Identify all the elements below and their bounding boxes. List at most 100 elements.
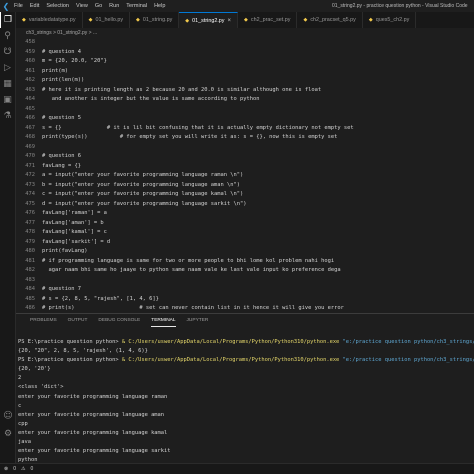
title-bar: ❮ File Edit Selection View Go Run Terminal Help… <box>0 0 474 12</box>
editor-tab[interactable]: ◆ 01_string2.py × <box>179 12 239 28</box>
explorer-icon[interactable]: ❐ <box>0 12 15 28</box>
code-text[interactable]: favLang['raman'] = a <box>42 209 107 219</box>
code-line[interactable]: 466 # question 5 <box>16 114 474 124</box>
editor-tab[interactable]: ◆ 01_string.py <box>130 12 180 28</box>
terminal[interactable]: PS E:\practice question python> & C:/Use… <box>16 338 474 464</box>
code-line[interactable]: 468 print(type(s)) # for empty set you wi… <box>16 133 474 143</box>
menu-item-go[interactable]: Go <box>95 3 102 9</box>
menu-item-edit[interactable]: Edit <box>30 3 39 9</box>
code-text[interactable]: print(len(m)) <box>42 76 84 86</box>
line-number: 477 <box>25 219 35 226</box>
code-line[interactable]: 461 print(m) <box>16 67 474 77</box>
code-text[interactable]: s = {} # it is lil bit confusing that it… <box>42 124 354 134</box>
account-icon[interactable]: ☺ <box>0 408 16 424</box>
panel-tab-debug-console[interactable]: DEBUG CONSOLE <box>98 314 140 327</box>
code-text[interactable]: # s = {2, 8, 5, "rajesh", [1, 4, 6]} <box>42 295 159 305</box>
terminal-output: {20, '20'} <box>18 366 51 373</box>
code-text[interactable]: and another is integer but the value is … <box>42 95 260 105</box>
code-text[interactable]: favLang['kamal'] = c <box>42 228 107 238</box>
code-text[interactable]: print(m) <box>42 67 68 77</box>
panel-tab-output[interactable]: OUTPUT <box>68 314 88 327</box>
settings-gear-icon[interactable]: ⚙ <box>0 426 16 442</box>
menu-item-selection[interactable]: Selection <box>46 3 69 9</box>
code-text[interactable]: # here it is printing length as 2 becaus… <box>42 86 321 96</box>
code-text[interactable]: favLang['sarkit'] = d <box>42 238 110 248</box>
code-line[interactable]: 470 # question 6 <box>16 152 474 162</box>
code-line[interactable]: 483 <box>16 276 474 286</box>
code-line[interactable]: 477 favLang['aman'] = b <box>16 219 474 229</box>
code-line[interactable]: 480 print(favLang) <box>16 247 474 257</box>
code-line[interactable]: 475 d = input("enter your favorite progra… <box>16 200 474 210</box>
menu-item-file[interactable]: File <box>14 3 23 9</box>
code-text[interactable]: a = input("enter your favorite programmi… <box>42 171 243 181</box>
source-control-icon[interactable]: ☋ <box>0 44 15 60</box>
code-text[interactable]: c = input("enter your favorite programmi… <box>42 190 243 200</box>
code-line[interactable]: 459 # question 4 <box>16 48 474 58</box>
code-line[interactable]: 471 favLang = {} <box>16 162 474 172</box>
code-line[interactable]: 478 favLang['kamal'] = c <box>16 228 474 238</box>
code-text[interactable]: b = input("enter your favorite programmi… <box>42 181 240 191</box>
code-line[interactable]: 467 s = {} # it is lil bit confusing that… <box>16 124 474 134</box>
run-debug-icon[interactable]: ▷ <box>0 60 15 76</box>
code-text[interactable]: agar naam bhi same ho jaaye to python sa… <box>42 266 340 276</box>
editor-tab[interactable]: ◆ ch2_pracset_q5.py <box>297 12 363 28</box>
code-line[interactable]: 460 m = {20, 20.0, "20"} <box>16 57 474 67</box>
warning-count[interactable]: 0 <box>30 466 33 472</box>
code-line[interactable]: 462 print(len(m)) <box>16 76 474 86</box>
code-line[interactable]: 484 # question 7 <box>16 285 474 295</box>
editor-tab[interactable]: ◆ ques5_ch2.py <box>363 12 417 28</box>
code-line[interactable]: 464 and another is integer but the value… <box>16 95 474 105</box>
warning-icon[interactable]: ⚠ <box>21 466 25 472</box>
search-icon[interactable]: ⚲ <box>0 28 15 44</box>
extensions-icon[interactable]: ▦ <box>0 76 15 92</box>
code-text[interactable]: m = {20, 20.0, "20"} <box>42 57 107 67</box>
error-icon[interactable]: ⊗ <box>4 466 8 472</box>
code-text[interactable]: d = input("enter your favorite programmi… <box>42 200 246 210</box>
panel-tab-problems[interactable]: PROBLEMS <box>30 314 57 327</box>
code-text[interactable]: # question 5 <box>42 114 81 124</box>
panel-tab-terminal[interactable]: TERMINAL <box>151 314 176 327</box>
code-line[interactable]: 463 # here it is printing length as 2 bec… <box>16 86 474 96</box>
editor-tab[interactable]: ◆ variabledatatype.py <box>16 12 83 28</box>
code-text[interactable]: # print(s) # set can never contain list … <box>42 304 344 313</box>
code-line[interactable]: 486 # print(s) # set can never contain li… <box>16 304 474 313</box>
menu-item-help[interactable]: Help <box>154 3 165 9</box>
window-title: 01_string2.py - practice question python… <box>332 3 468 9</box>
error-count[interactable]: 0 <box>13 466 16 472</box>
code-line[interactable]: 458 <box>16 38 474 48</box>
menu-item-view[interactable]: View <box>76 3 88 9</box>
terminal-line: {20, "20", 2, 8, 5, 'rajesh', (1, 4, 6)} <box>18 347 474 356</box>
close-tab-icon[interactable]: × <box>228 18 232 24</box>
code-editor[interactable]: 458 459 # question 4 460 m = {20, 20.0, "20"… <box>16 38 474 313</box>
code-line[interactable]: 472 a = input("enter your favorite progra… <box>16 171 474 181</box>
code-line[interactable]: 465 <box>16 105 474 115</box>
terminal-output: enter your favorite programming language… <box>18 429 168 436</box>
code-text[interactable]: # question 6 <box>42 152 81 162</box>
code-line[interactable]: 482 agar naam bhi same ho jaaye to pytho… <box>16 266 474 276</box>
editor-tab[interactable]: ◆ 01_hello.py <box>83 12 131 28</box>
code-text[interactable]: # question 7 <box>42 285 81 295</box>
code-text[interactable]: # question 4 <box>42 48 81 58</box>
menu-item-terminal[interactable]: Terminal <box>126 3 147 9</box>
code-line[interactable]: 485 # s = {2, 8, 5, "rajesh", [1, 4, 6]} <box>16 295 474 305</box>
panel-tab-jupyter[interactable]: JUPYTER <box>187 314 209 327</box>
remote-explorer-icon[interactable]: ▣ <box>0 92 15 108</box>
code-line[interactable]: 476 favLang['raman'] = a <box>16 209 474 219</box>
code-text[interactable]: print(favLang) <box>42 247 87 257</box>
code-text[interactable]: # if programming language is same for tw… <box>42 257 334 267</box>
editor-tab[interactable]: ◆ ch2_prac_set.py <box>238 12 298 28</box>
code-line[interactable]: 479 favLang['sarkit'] = d <box>16 238 474 248</box>
code-text[interactable]: favLang = {} <box>42 162 81 172</box>
menu-item-run[interactable]: Run <box>109 3 119 9</box>
terminal-output: enter your favorite programming language… <box>18 393 168 400</box>
tab-label: 01_string.py <box>142 17 173 23</box>
code-line[interactable]: 469 <box>16 143 474 153</box>
testing-icon[interactable]: ⚗ <box>0 108 15 124</box>
code-text[interactable]: print(type(s)) # for empty set you will … <box>42 133 337 143</box>
menu-bar: File Edit Selection View Go Run Terminal Help <box>12 3 165 9</box>
code-line[interactable]: 473 b = input("enter your favorite progra… <box>16 181 474 191</box>
code-text[interactable]: favLang['aman'] = b <box>42 219 104 229</box>
code-line[interactable]: 474 c = input("enter your favorite progra… <box>16 190 474 200</box>
code-line[interactable]: 481 # if programming language is same for… <box>16 257 474 267</box>
breadcrumb[interactable]: ch3_strings > 01_string2.py > ... <box>16 28 474 38</box>
